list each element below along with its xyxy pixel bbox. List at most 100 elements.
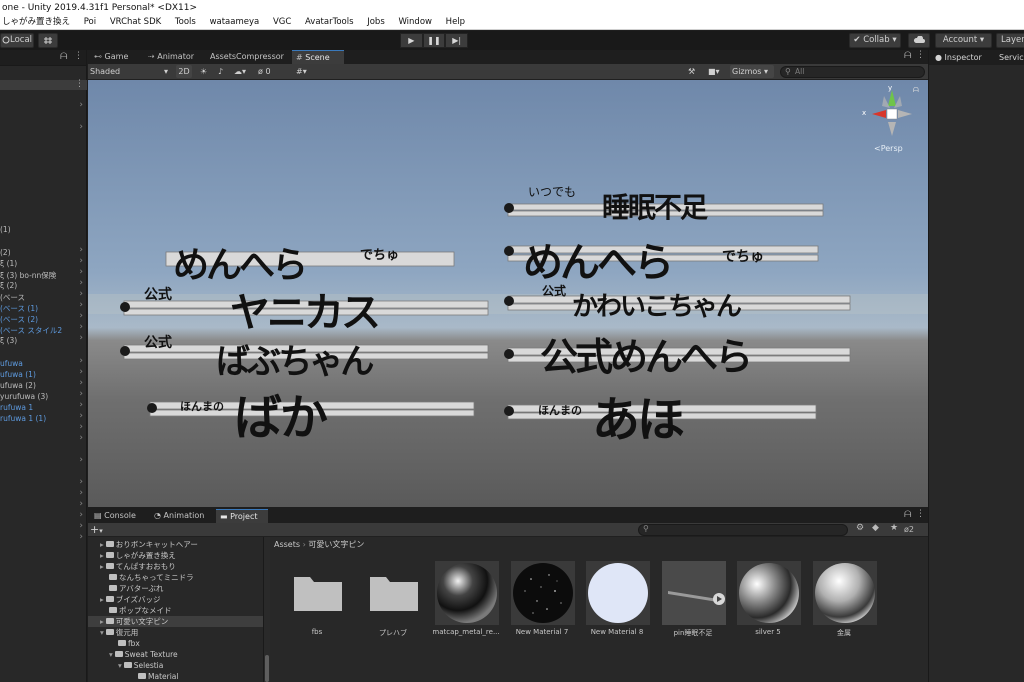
chevron-right-icon[interactable]: › — [79, 378, 83, 388]
hidden-objects-toggle[interactable]: ø 0 — [258, 65, 288, 78]
effects-icon[interactable]: ☁▾ — [234, 65, 252, 78]
hierarchy-item[interactable]: ξ (3) — [0, 336, 17, 345]
hierarchy-item[interactable]: ξ (1) — [0, 259, 17, 268]
step-button[interactable]: ▶| — [445, 33, 469, 48]
breadcrumb-assets[interactable]: Assets — [274, 540, 300, 549]
tools-icon[interactable]: ⚒ — [688, 65, 698, 78]
menu-item-jobs[interactable]: Jobs — [367, 16, 385, 29]
scene-search-input[interactable]: All — [780, 66, 925, 78]
asset-tile[interactable]: 金属 — [811, 559, 877, 659]
chevron-right-icon[interactable]: › — [79, 100, 83, 110]
layers-dropdown[interactable]: Layer — [996, 33, 1024, 48]
chevron-right-icon[interactable]: › — [79, 499, 83, 509]
camera-icon[interactable]: ■▾ — [708, 65, 728, 78]
chevron-right-icon[interactable]: › — [79, 278, 83, 288]
asset-tile[interactable]: プレハブ — [360, 559, 426, 659]
hierarchy-item[interactable]: ufuwa — [0, 359, 23, 368]
tab-game[interactable]: ⊷ Game — [90, 50, 142, 64]
filter-type-icon[interactable]: ⚙ — [856, 523, 864, 533]
local-toggle[interactable]: Local — [0, 33, 34, 48]
menu-item-vrchat-sdk[interactable]: VRChat SDK — [110, 16, 161, 29]
hierarchy-item[interactable]: ξ (2) — [0, 281, 17, 290]
hierarchy-item[interactable]: rufuwa 1 — [0, 403, 33, 412]
hierarchy-item[interactable]: (1) — [0, 225, 11, 234]
chevron-right-icon[interactable]: › — [79, 267, 83, 277]
menu-item-avatartools[interactable]: AvatarTools — [305, 16, 354, 29]
lighting-icon[interactable]: ☀ — [200, 65, 210, 78]
scrollbar-thumb[interactable] — [265, 655, 269, 682]
tab-animation[interactable]: ◔ Animation — [150, 509, 212, 523]
tree-folder[interactable]: ▸ ブイズバッジ — [88, 594, 161, 605]
panel-menu-icon[interactable]: ⋮ — [916, 509, 925, 519]
projection-label[interactable]: <Persp — [874, 144, 903, 153]
chevron-right-icon[interactable]: › — [79, 510, 83, 520]
hierarchy-item[interactable]: ξ (3) bo-nn保険 — [0, 270, 56, 281]
chevron-right-icon[interactable]: › — [79, 455, 83, 465]
collab-button[interactable]: ✔ Collab ▾ — [849, 33, 901, 48]
hierarchy-item[interactable]: ufuwa (1) — [0, 370, 36, 379]
asset-tile[interactable]: silver 5 — [735, 559, 801, 659]
menu-item-poi[interactable]: Poi — [84, 16, 96, 29]
play-button[interactable]: ▶ — [400, 33, 423, 48]
hierarchy-item[interactable]: (ベース — [0, 292, 25, 303]
chevron-right-icon[interactable]: › — [79, 256, 83, 266]
hierarchy-search-row[interactable]: ⋮ — [0, 79, 87, 90]
chevron-right-icon[interactable]: › — [79, 300, 83, 310]
tab-assetscompressor[interactable]: AssetsCompressor — [206, 50, 290, 64]
tree-folder[interactable]: ポップなメイド — [88, 605, 172, 616]
toggle-2d-button[interactable]: 2D — [176, 65, 192, 78]
chevron-right-icon[interactable]: › — [79, 422, 83, 432]
lock-icon[interactable]: ᗩ — [60, 52, 67, 62]
hierarchy-item[interactable]: (ベース スタイル2 — [0, 325, 62, 336]
asset-tile[interactable]: New Material 8 — [584, 559, 650, 659]
tree-folder[interactable]: Material — [88, 671, 178, 682]
add-asset-button[interactable]: +▾ — [90, 523, 103, 538]
chevron-right-icon[interactable]: › — [79, 333, 83, 343]
audio-icon[interactable]: ♪ — [218, 65, 228, 78]
lock-icon[interactable]: ᗩ — [904, 510, 911, 520]
tree-folder[interactable]: ▾ Sweat Texture — [88, 649, 178, 660]
hierarchy-item[interactable]: (ベース (2) — [0, 314, 38, 325]
shading-mode-dropdown[interactable]: Shaded ▾ — [90, 65, 170, 78]
tree-folder[interactable]: ▸ しゃがみ置き換え — [88, 550, 176, 561]
panel-menu-icon[interactable]: ⋮ — [916, 50, 925, 60]
tab-animator[interactable]: ⇢ Animator — [144, 50, 204, 64]
chevron-right-icon[interactable]: › — [79, 521, 83, 531]
hierarchy-item[interactable]: (ベース (1) — [0, 303, 38, 314]
menu-item-window[interactable]: Window — [398, 16, 432, 29]
menu-item-shagami[interactable]: しゃがみ置き換え — [2, 16, 70, 29]
menu-item-vgc[interactable]: VGC — [273, 16, 291, 29]
project-search-input[interactable] — [638, 524, 848, 536]
hierarchy-item[interactable]: (2) — [0, 248, 11, 257]
lock-icon[interactable]: ᗩ — [913, 86, 919, 95]
asset-tile[interactable]: New Material 7 — [509, 559, 575, 659]
tab-services[interactable]: Servic — [999, 50, 1024, 65]
asset-tile[interactable]: fbs — [284, 559, 350, 659]
tab-console[interactable]: ▤ Console — [90, 509, 144, 523]
gizmos-dropdown[interactable]: Gizmos ▾ — [730, 65, 774, 78]
asset-tile[interactable]: pin睡眠不足 — [660, 559, 726, 659]
hierarchy-item[interactable]: yurufuwa (3) — [0, 392, 48, 401]
tree-folder[interactable]: アバターぶれ — [88, 583, 163, 594]
menu-item-tools[interactable]: Tools — [175, 16, 196, 29]
breadcrumb-current[interactable]: 可愛い文字ピン — [308, 540, 364, 549]
tree-folder[interactable]: ▾ 復元用 — [88, 627, 138, 638]
account-dropdown[interactable]: Account ▾ — [935, 33, 992, 48]
menu-item-help[interactable]: Help — [446, 16, 465, 29]
chevron-right-icon[interactable]: › — [79, 411, 83, 421]
tab-scene[interactable]: # Scene — [292, 50, 344, 64]
tree-folder-selected[interactable]: ▸ 可愛い文字ピン — [88, 616, 263, 627]
tree-folder[interactable]: fbx — [88, 638, 140, 649]
chevron-right-icon[interactable]: › — [79, 245, 83, 255]
tree-folder[interactable]: なんちゃってミニドラ — [88, 572, 194, 583]
scene-viewport[interactable]: いつでも 睡眠不足 めんへら でちゅ めんへら でちゅ 公式 ヤニカス 公式 か… — [88, 80, 928, 507]
pause-button[interactable]: ❚❚ — [422, 33, 446, 48]
more-icon[interactable]: ⋮ — [75, 79, 84, 89]
chevron-right-icon[interactable]: › — [79, 311, 83, 321]
chevron-right-icon[interactable]: › — [79, 289, 83, 299]
tree-folder[interactable]: ▸ てんぱすおおもり — [88, 561, 176, 572]
chevron-right-icon[interactable]: › — [79, 122, 83, 132]
chevron-right-icon[interactable]: › — [79, 356, 83, 366]
tab-inspector[interactable]: ● Inspector — [935, 50, 982, 65]
panel-menu-icon[interactable]: ⋮ — [74, 51, 83, 61]
